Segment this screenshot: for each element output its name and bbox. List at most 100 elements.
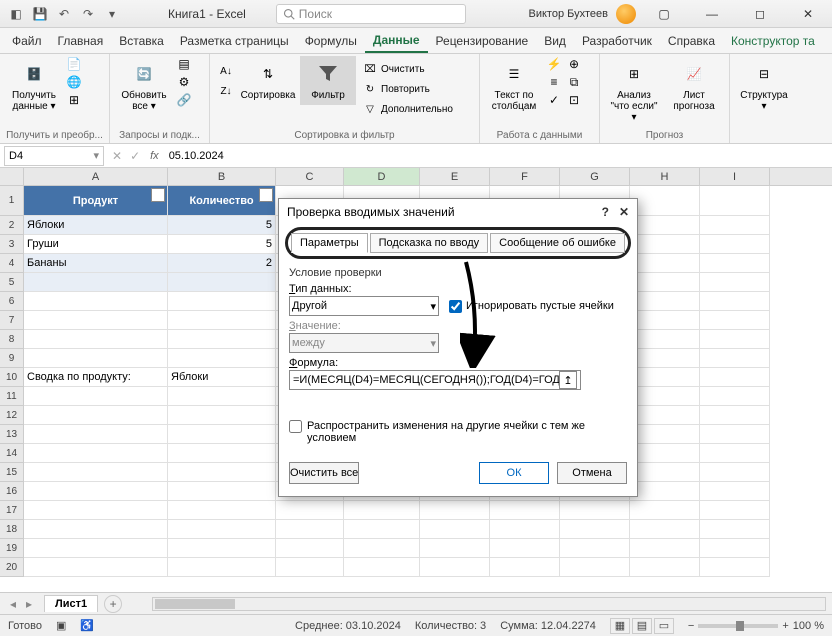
cell[interactable] <box>630 186 700 216</box>
cell[interactable] <box>630 463 700 482</box>
clear-all-button[interactable]: Очистить все <box>289 462 359 484</box>
sheet-nav-next-icon[interactable]: ▸ <box>22 597 36 611</box>
ok-button[interactable]: ОК <box>479 462 549 484</box>
name-box[interactable]: D4 ▾ <box>4 146 104 166</box>
cell[interactable] <box>700 520 770 539</box>
row-header[interactable]: 13 <box>0 425 24 444</box>
cell[interactable] <box>700 216 770 235</box>
filter-dropdown-icon[interactable]: ▾ <box>151 188 165 202</box>
cell[interactable] <box>630 311 700 330</box>
cell[interactable] <box>168 520 276 539</box>
tab-view[interactable]: Вид <box>536 30 574 52</box>
row-header[interactable]: 11 <box>0 387 24 406</box>
tab-page-layout[interactable]: Разметка страницы <box>172 30 297 52</box>
cell[interactable]: Сводка по продукту: <box>24 368 168 387</box>
cell[interactable] <box>490 520 560 539</box>
what-if-button[interactable]: ⊞ Анализ "что если" ▾ <box>606 56 662 127</box>
cell[interactable] <box>24 292 168 311</box>
type-select[interactable]: Другой▾ <box>289 296 439 316</box>
cell[interactable] <box>168 311 276 330</box>
cell[interactable]: 5 <box>168 216 276 235</box>
tab-developer[interactable]: Разработчик <box>574 30 660 52</box>
cell[interactable] <box>700 330 770 349</box>
accessibility-icon[interactable]: ♿ <box>80 619 94 632</box>
cell[interactable] <box>344 501 420 520</box>
cell[interactable] <box>168 482 276 501</box>
reapply-button[interactable]: ↻Повторить <box>360 80 455 98</box>
select-all-corner[interactable] <box>0 168 24 185</box>
row-header[interactable]: 10 <box>0 368 24 387</box>
qat-dropdown-icon[interactable]: ▾ <box>102 4 122 24</box>
row-header[interactable]: 15 <box>0 463 24 482</box>
col-header[interactable]: F <box>490 168 560 185</box>
filter-dropdown-icon[interactable]: ▾ <box>259 188 273 202</box>
cell[interactable] <box>420 539 490 558</box>
clear-filter-button[interactable]: ⌧Очистить <box>360 60 455 78</box>
tab-file[interactable]: Файл <box>4 30 50 52</box>
dialog-help-button[interactable]: ? <box>602 205 609 219</box>
sort-desc-button[interactable]: Z↓ <box>216 82 236 100</box>
filter-button[interactable]: Фильтр <box>300 56 356 105</box>
cancel-button[interactable]: Отмена <box>557 462 627 484</box>
col-header[interactable]: C <box>276 168 344 185</box>
cell[interactable] <box>630 349 700 368</box>
propagate-input[interactable] <box>289 420 302 433</box>
cell[interactable] <box>276 558 344 577</box>
cell[interactable] <box>630 406 700 425</box>
cell[interactable] <box>700 406 770 425</box>
cell[interactable] <box>700 463 770 482</box>
enter-formula-icon[interactable]: ✓ <box>126 149 144 163</box>
fx-icon[interactable]: fx <box>144 150 165 162</box>
cell[interactable] <box>630 501 700 520</box>
cell[interactable] <box>700 186 770 216</box>
user-avatar[interactable] <box>616 4 636 24</box>
cell[interactable] <box>24 539 168 558</box>
row-header[interactable]: 17 <box>0 501 24 520</box>
cell[interactable] <box>276 539 344 558</box>
text-to-columns-button[interactable]: ☰ Текст по столбцам <box>486 56 542 116</box>
cell[interactable] <box>168 273 276 292</box>
col-header[interactable]: G <box>560 168 630 185</box>
dialog-titlebar[interactable]: Проверка вводимых значений ? ✕ <box>279 199 637 225</box>
cell[interactable] <box>420 558 490 577</box>
from-table-icon[interactable]: ⊞ <box>66 92 82 108</box>
queries-icon[interactable]: ▤ <box>176 56 192 72</box>
row-header[interactable]: 12 <box>0 406 24 425</box>
cell[interactable] <box>630 520 700 539</box>
cell[interactable] <box>700 254 770 273</box>
cell[interactable] <box>168 444 276 463</box>
cell[interactable] <box>700 235 770 254</box>
expand-formula-icon[interactable]: ↥ <box>559 371 577 389</box>
tab-formulas[interactable]: Формулы <box>297 30 365 52</box>
row-header[interactable]: 18 <box>0 520 24 539</box>
sheet-nav-prev-icon[interactable]: ◂ <box>6 597 20 611</box>
search-box[interactable]: Поиск <box>276 4 466 24</box>
row-header[interactable]: 9 <box>0 349 24 368</box>
minimize-button[interactable]: — <box>692 0 732 28</box>
save-icon[interactable]: 💾 <box>30 4 50 24</box>
cell[interactable] <box>24 520 168 539</box>
col-header[interactable]: E <box>420 168 490 185</box>
dialog-tab-error-alert[interactable]: Сообщение об ошибке <box>490 233 625 253</box>
cell[interactable]: Яблоки <box>24 216 168 235</box>
cell[interactable] <box>24 311 168 330</box>
forecast-button[interactable]: 📈 Лист прогноза <box>666 56 722 116</box>
col-header[interactable]: A <box>24 168 168 185</box>
cell[interactable] <box>700 539 770 558</box>
cell[interactable] <box>630 444 700 463</box>
cell[interactable]: Яблоки <box>168 368 276 387</box>
cell[interactable] <box>630 216 700 235</box>
scrollbar-thumb[interactable] <box>155 599 235 609</box>
sort-button[interactable]: ⇅ Сортировка <box>240 56 296 105</box>
cell[interactable] <box>24 406 168 425</box>
zoom-out-button[interactable]: − <box>688 620 694 632</box>
cell[interactable] <box>560 501 630 520</box>
cell[interactable]: Груши <box>24 235 168 254</box>
cell[interactable]: Продукт▾ <box>24 186 168 216</box>
cell[interactable] <box>168 292 276 311</box>
dialog-tab-settings[interactable]: Параметры <box>291 233 368 253</box>
cell[interactable] <box>630 235 700 254</box>
row-header[interactable]: 7 <box>0 311 24 330</box>
cell[interactable] <box>276 520 344 539</box>
cell[interactable] <box>344 520 420 539</box>
